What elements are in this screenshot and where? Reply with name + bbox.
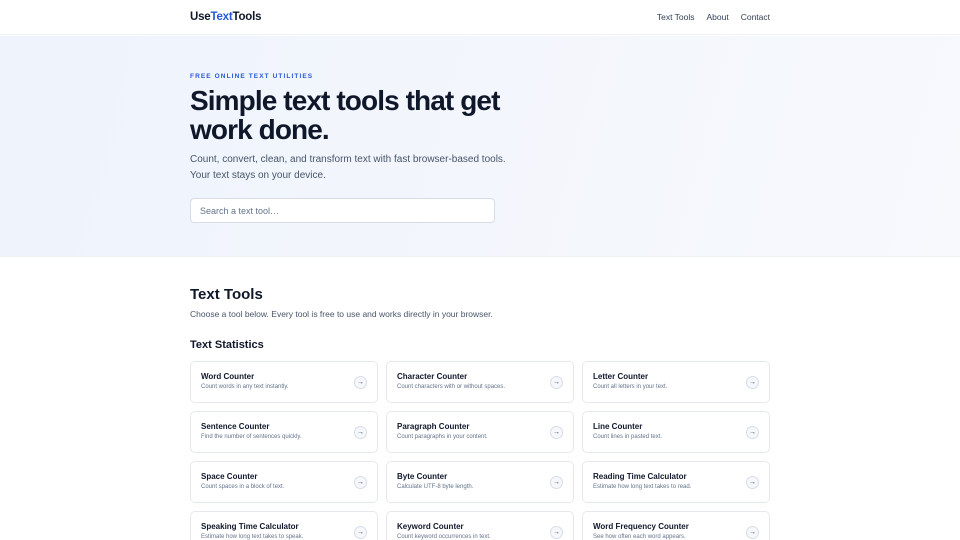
site-header: UseTextTools Text Tools About Contact xyxy=(0,0,960,35)
tool-search-input[interactable] xyxy=(190,198,495,223)
arrow-right-icon[interactable]: → xyxy=(354,376,367,389)
tool-card-space-counter[interactable]: Space Counter Count spaces in a block of … xyxy=(190,461,378,503)
tool-card-title: Line Counter xyxy=(593,422,643,431)
tool-card-description: Count spaces in a block of text. xyxy=(201,484,285,490)
tool-card-description: Count lines in pasted text. xyxy=(593,434,663,440)
tool-card-speaking-time-calculator[interactable]: Speaking Time Calculator Estimate how lon… xyxy=(190,511,378,540)
tool-card-description: Estimate how long text takes to read. xyxy=(593,484,692,490)
tool-card-title: Letter Counter xyxy=(593,372,649,381)
tool-card-description: Count words in any text instantly. xyxy=(201,384,289,390)
hero-eyebrow: FREE ONLINE TEXT UTILITIES xyxy=(190,73,314,80)
tool-card-paragraph-counter[interactable]: Paragraph Counter Count paragraphs in you… xyxy=(386,411,574,453)
arrow-right-icon[interactable]: → xyxy=(746,476,759,489)
arrow-right-icon[interactable]: → xyxy=(746,426,759,439)
tool-card-word-counter[interactable]: Word Counter Count words in any text inst… xyxy=(190,361,378,403)
section-title: Text Tools xyxy=(190,286,263,303)
arrow-right-icon[interactable]: → xyxy=(550,376,563,389)
tool-card-title: Character Counter xyxy=(397,372,468,381)
tool-grid: Word Counter Count words in any text inst… xyxy=(190,361,770,540)
tool-card-title: Keyword Counter xyxy=(397,522,464,531)
section-description: Choose a tool below. Every tool is free … xyxy=(190,309,493,319)
arrow-right-icon[interactable]: → xyxy=(746,376,759,389)
tool-card-description: Count all letters in your text. xyxy=(593,384,668,390)
main-nav: Text Tools About Contact xyxy=(657,12,770,22)
tool-card-title: Word Frequency Counter xyxy=(593,522,689,531)
tool-card-description: See how often each word appears. xyxy=(593,534,686,540)
tool-card-letter-counter[interactable]: Letter Counter Count all letters in your … xyxy=(582,361,770,403)
tool-card-reading-time-calculator[interactable]: Reading Time Calculator Estimate how long… xyxy=(582,461,770,503)
tool-card-title: Reading Time Calculator xyxy=(593,472,687,481)
tool-card-title: Space Counter xyxy=(201,472,258,481)
tool-card-title: Speaking Time Calculator xyxy=(201,522,299,531)
tool-card-sentence-counter[interactable]: Sentence Counter Find the number of sente… xyxy=(190,411,378,453)
tool-card-description: Count paragraphs in your content. xyxy=(397,434,488,440)
arrow-right-icon[interactable]: → xyxy=(550,426,563,439)
tool-card-description: Count keyword occurrences in text. xyxy=(397,534,491,540)
tool-card-title: Sentence Counter xyxy=(201,422,270,431)
tool-card-title: Byte Counter xyxy=(397,472,448,481)
tool-card-description: Estimate how long text takes to speak. xyxy=(201,534,304,540)
tool-card-keyword-counter[interactable]: Keyword Counter Count keyword occurrences… xyxy=(386,511,574,540)
tool-card-title: Paragraph Counter xyxy=(397,422,470,431)
hero-subtitle: Count, convert, clean, and transform tex… xyxy=(190,154,506,181)
arrow-right-icon[interactable]: → xyxy=(550,476,563,489)
nav-link-text-tools[interactable]: Text Tools xyxy=(657,12,695,22)
arrow-right-icon[interactable]: → xyxy=(354,476,367,489)
arrow-right-icon[interactable]: → xyxy=(746,526,759,539)
tool-card-line-counter[interactable]: Line Counter Count lines in pasted text. → xyxy=(582,411,770,453)
arrow-right-icon[interactable]: → xyxy=(354,526,367,539)
hero-title: Simple text tools that get work done. xyxy=(190,85,500,145)
tool-card-title: Word Counter xyxy=(201,372,255,381)
tool-card-word-frequency-counter[interactable]: Word Frequency Counter See how often each… xyxy=(582,511,770,540)
arrow-right-icon[interactable]: → xyxy=(354,426,367,439)
arrow-right-icon[interactable]: → xyxy=(550,526,563,539)
hero-section: FREE ONLINE TEXT UTILITIES Simple text t… xyxy=(0,36,960,257)
nav-link-about[interactable]: About xyxy=(706,12,728,22)
tool-card-description: Find the number of sentences quickly. xyxy=(201,434,302,440)
tool-card-character-counter[interactable]: Character Counter Count characters with o… xyxy=(386,361,574,403)
tool-card-byte-counter[interactable]: Byte Counter Calculate UTF-8 byte length.… xyxy=(386,461,574,503)
tool-card-description: Count characters with or without spaces. xyxy=(397,384,506,390)
group-title-text-statistics: Text Statistics xyxy=(190,339,264,351)
tool-card-description: Calculate UTF-8 byte length. xyxy=(397,484,474,490)
nav-link-contact[interactable]: Contact xyxy=(741,12,770,22)
site-logo[interactable]: UseTextTools xyxy=(190,11,262,23)
